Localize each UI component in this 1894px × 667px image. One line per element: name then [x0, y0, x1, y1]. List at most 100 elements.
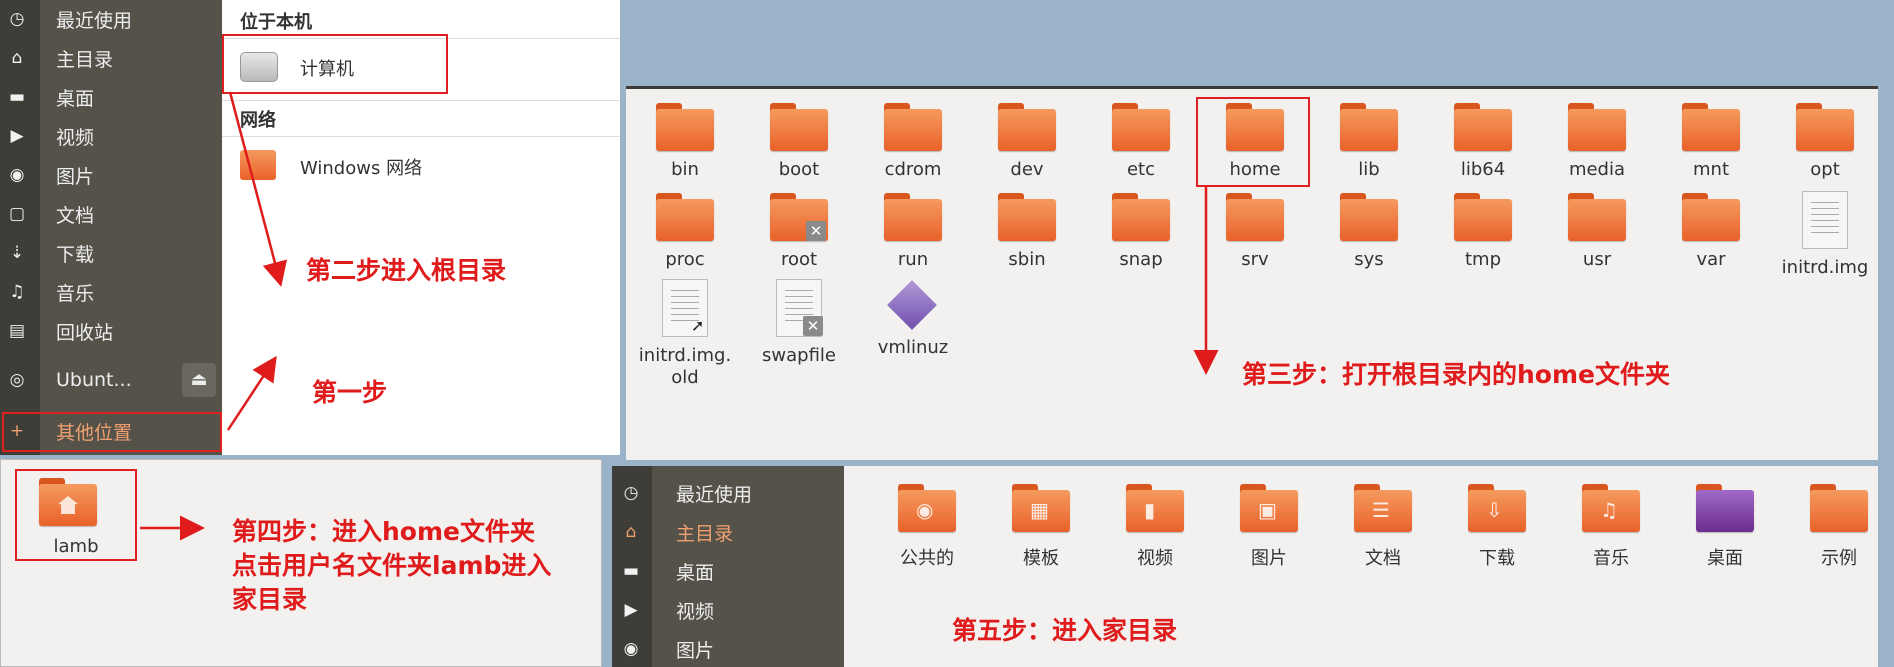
windows-network-item[interactable]: Windows 网络 — [222, 140, 620, 190]
download-icon: ⇣ — [9, 243, 25, 263]
file-item-var[interactable]: var — [1654, 193, 1768, 281]
sidebar-item-label: 文档 — [56, 204, 95, 227]
folder-icon — [1340, 193, 1398, 241]
sidebar-item-downloads[interactable]: ⇣ 下载 — [0, 236, 222, 270]
file-label: sbin — [1008, 249, 1046, 270]
sidebar-item-label: 图片 — [676, 639, 715, 662]
folder-icon — [1810, 484, 1868, 532]
home-folder-item[interactable]: ♫ 音乐 — [1554, 484, 1668, 574]
folder-icon: ⇩ — [1468, 484, 1526, 532]
file-label: root — [780, 249, 818, 270]
file-item-dev[interactable]: dev — [970, 103, 1084, 191]
annotation-step2: 第二步进入根目录 — [306, 256, 507, 285]
highlight-computer — [222, 34, 448, 94]
file-item-media[interactable]: media — [1540, 103, 1654, 191]
clock-icon: ◷ — [9, 9, 25, 29]
home-folder-item[interactable]: 桌面 — [1668, 484, 1782, 574]
folder-icon: ▬ — [622, 561, 640, 581]
file-item-swapfile[interactable]: ✕ swapfile — [742, 279, 856, 369]
file-item-bin[interactable]: bin — [628, 103, 742, 191]
home-folder-item[interactable]: ⇩ 下载 — [1440, 484, 1554, 574]
folder-label: 示例 — [1821, 548, 1857, 569]
folder-icon — [656, 103, 714, 151]
sidebar-item-desktop[interactable]: ▬ 桌面 — [612, 554, 844, 588]
other-locations-pane: 位于本机 计算机 网络 Windows 网络 — [222, 0, 620, 455]
folder-label: 音乐 — [1593, 548, 1629, 569]
file-label: cdrom — [884, 159, 942, 180]
windows-network-label: Windows 网络 — [300, 158, 423, 179]
folder-emblem-icon: ▣ — [1258, 498, 1277, 522]
home-folder-item[interactable]: ▦ 模板 — [984, 484, 1098, 574]
sidebar-item-videos[interactable]: ▶ 视频 — [612, 593, 844, 627]
file-label: usr — [1582, 249, 1612, 270]
sidebar-bottom: ◷ 最近使用 ⌂ 主目录 ▬ 桌面 ▶ 视频 ◉ 图片 — [612, 466, 844, 667]
sidebar-item-label: 最近使用 — [676, 483, 753, 506]
sidebar-item-music[interactable]: ♫ 音乐 — [0, 275, 222, 309]
sidebar-item-videos[interactable]: ▶ 视频 — [0, 119, 222, 153]
file-label: initrd.img — [1781, 257, 1869, 278]
sidebar-item-trash[interactable]: ▤ 回收站 — [0, 314, 222, 348]
file-item-sbin[interactable]: sbin — [970, 193, 1084, 281]
file-item-lib64[interactable]: lib64 — [1426, 103, 1540, 191]
home-folder-item[interactable]: ☰ 文档 — [1326, 484, 1440, 574]
home-folder-item[interactable]: ◉ 公共的 — [870, 484, 984, 574]
file-item-lib[interactable]: lib — [1312, 103, 1426, 191]
sidebar-item-desktop[interactable]: ▬ 桌面 — [0, 80, 222, 114]
sidebar-item-label: 主目录 — [56, 48, 114, 71]
sidebar-item-recent[interactable]: ◷ 最近使用 — [612, 476, 844, 510]
document-icon: ▢ — [8, 204, 26, 224]
file-item-opt[interactable]: opt — [1768, 103, 1882, 191]
sidebar-item-pictures[interactable]: ◉ 图片 — [612, 632, 844, 666]
sidebar-item-pictures[interactable]: ◉ 图片 — [0, 158, 222, 192]
sidebar-item-label: 最近使用 — [56, 9, 133, 32]
file-item-srv[interactable]: srv — [1198, 193, 1312, 281]
folder-icon — [998, 103, 1056, 151]
sidebar-item-label: 回收站 — [56, 321, 114, 344]
folder-label: 公共的 — [900, 548, 954, 569]
file-item-root[interactable]: ✕ root — [742, 193, 856, 281]
desktop-folder-icon — [1696, 484, 1754, 532]
file-item-cdrom[interactable]: cdrom — [856, 103, 970, 191]
home-folder-item[interactable]: ▣ 图片 — [1212, 484, 1326, 574]
file-item-etc[interactable]: etc — [1084, 103, 1198, 191]
folder-label: 下载 — [1479, 548, 1515, 569]
sidebar-item-ubuntu-disc[interactable]: ◎ Ubunt... ⏏ — [0, 363, 222, 397]
file-label: run — [897, 249, 929, 270]
file-item-tmp[interactable]: tmp — [1426, 193, 1540, 281]
file-label: lib — [1358, 159, 1380, 180]
file-item-mnt[interactable]: mnt — [1654, 103, 1768, 191]
file-item-usr[interactable]: usr — [1540, 193, 1654, 281]
file-item-vmlinuz[interactable]: vmlinuz — [856, 280, 970, 369]
divider — [222, 100, 620, 101]
file-label: srv — [1241, 249, 1269, 270]
file-item-initrd-img-old[interactable]: ➚ initrd.img. old — [628, 279, 742, 388]
video-icon: ▶ — [624, 600, 638, 620]
home-folder-item[interactable]: ▮ 视频 — [1098, 484, 1212, 574]
folder-icon — [1796, 103, 1854, 151]
sidebar-item-documents[interactable]: ▢ 文档 — [0, 197, 222, 231]
file-item-proc[interactable]: proc — [628, 193, 742, 281]
video-icon: ▶ — [10, 126, 24, 146]
file-item-run[interactable]: run — [856, 193, 970, 281]
sidebar-item-home[interactable]: ⌂ 主目录 — [612, 515, 844, 549]
file-label: etc — [1126, 159, 1156, 180]
sidebar-item-recent[interactable]: ◷ 最近使用 — [0, 2, 222, 36]
sidebar-top: ◷ 最近使用 ⌂ 主目录 ▬ 桌面 ▶ 视频 ◉ 图片 ▢ 文档 ⇣ 下载 ♫ 音乐 ▤ 回收站 … — [0, 0, 222, 455]
sidebar-item-home[interactable]: ⌂ 主目录 — [0, 41, 222, 75]
highlight-other-locations — [2, 412, 222, 452]
file-item-initrd-img[interactable]: initrd.img — [1768, 191, 1882, 281]
folder-label: 文档 — [1365, 548, 1401, 569]
folder-icon — [884, 193, 942, 241]
locked-badge-icon: ✕ — [806, 221, 826, 241]
folder-icon — [1454, 193, 1512, 241]
file-label: opt — [1810, 159, 1840, 180]
home-folder-item[interactable]: 示例 — [1782, 484, 1894, 574]
eject-button[interactable]: ⏏ — [182, 363, 216, 397]
sidebar-item-label: 视频 — [676, 600, 715, 623]
folder-icon: ✕ — [770, 193, 828, 241]
file-item-sys[interactable]: sys — [1312, 193, 1426, 281]
file-item-boot[interactable]: boot — [742, 103, 856, 191]
file-item-snap[interactable]: snap — [1084, 193, 1198, 281]
highlight-home — [1196, 97, 1310, 187]
root-directory-pane: bin boot cdrom dev etc home lib lib64 media mnt op… — [626, 86, 1878, 460]
